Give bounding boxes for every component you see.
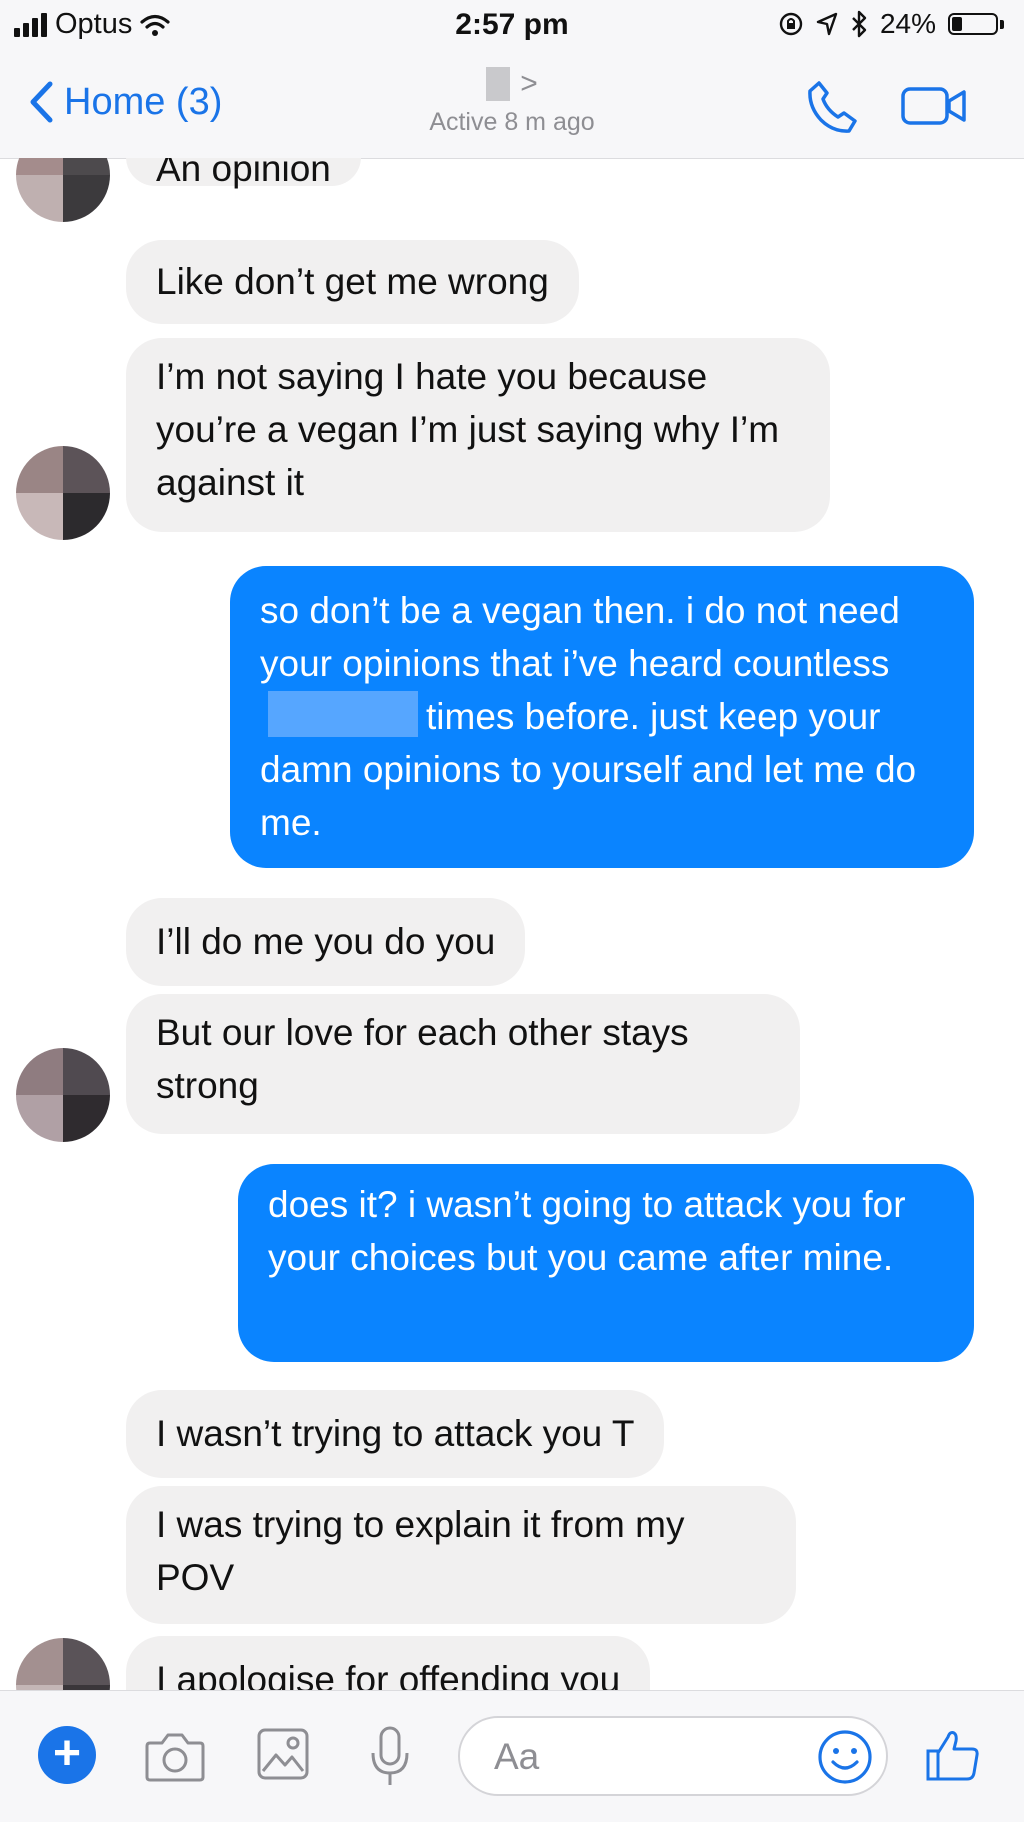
location-icon bbox=[816, 12, 838, 36]
thumbs-up-icon[interactable] bbox=[924, 1727, 982, 1785]
message-placeholder: Aa bbox=[494, 1736, 540, 1777]
contact-title[interactable]: > Active 8 m ago bbox=[0, 62, 1024, 137]
battery-percent: 24% bbox=[879, 8, 936, 39]
bluetooth-icon bbox=[852, 10, 867, 38]
outgoing-message[interactable]: does it? i wasn’t going to attack you fo… bbox=[238, 1164, 974, 1362]
incoming-message[interactable]: I was trying to explain it from my POV bbox=[126, 1486, 796, 1624]
camera-icon[interactable] bbox=[144, 1729, 206, 1783]
battery-tip bbox=[1000, 19, 1004, 29]
avatar bbox=[16, 1638, 110, 1690]
status-bar: Optus 2:57 pm 24% bbox=[0, 0, 1024, 52]
redacted-text bbox=[268, 691, 418, 737]
video-call-icon[interactable] bbox=[900, 84, 968, 128]
contact-name-redacted bbox=[486, 67, 511, 101]
orientation-lock-icon bbox=[779, 12, 803, 36]
plus-button[interactable]: + bbox=[38, 1726, 96, 1784]
chevron-right-icon: > bbox=[520, 67, 538, 100]
avatar bbox=[16, 1048, 110, 1142]
incoming-message[interactable]: An opinion bbox=[126, 158, 361, 189]
conversation-header: Home (3) > Active 8 m ago bbox=[0, 52, 1024, 159]
incoming-message[interactable]: Like don’t get me wrong bbox=[126, 240, 579, 324]
composer-bar: + Aa bbox=[0, 1690, 1024, 1822]
active-status: Active 8 m ago bbox=[429, 108, 595, 136]
incoming-message[interactable]: I wasn’t trying to attack you T bbox=[126, 1390, 665, 1478]
avatar bbox=[16, 446, 110, 540]
incoming-message[interactable]: I’ll do me you do you bbox=[126, 898, 526, 986]
incoming-message[interactable]: I’m not saying I hate you because you’re… bbox=[126, 338, 830, 532]
emoji-icon[interactable] bbox=[816, 1728, 874, 1786]
incoming-message[interactable]: I apologise for offending you bbox=[126, 1636, 651, 1690]
message-input[interactable]: Aa bbox=[458, 1716, 888, 1796]
battery-icon bbox=[948, 13, 998, 35]
outgoing-message[interactable]: so don’t be a vegan then. i do not need … bbox=[230, 566, 974, 868]
message-thread[interactable]: An opinion Like don’t get me wrong I’m n… bbox=[0, 158, 1024, 1690]
outgoing-message-text: so don’t be a vegan then. i do not need … bbox=[260, 590, 900, 684]
image-icon[interactable] bbox=[256, 1727, 310, 1781]
battery-fill bbox=[952, 17, 962, 31]
microphone-icon[interactable] bbox=[368, 1725, 412, 1789]
status-right: 24% bbox=[778, 8, 1004, 40]
phone-call-icon[interactable] bbox=[805, 78, 863, 136]
incoming-message[interactable]: But our love for each other stays strong bbox=[126, 994, 800, 1134]
avatar bbox=[16, 158, 110, 222]
